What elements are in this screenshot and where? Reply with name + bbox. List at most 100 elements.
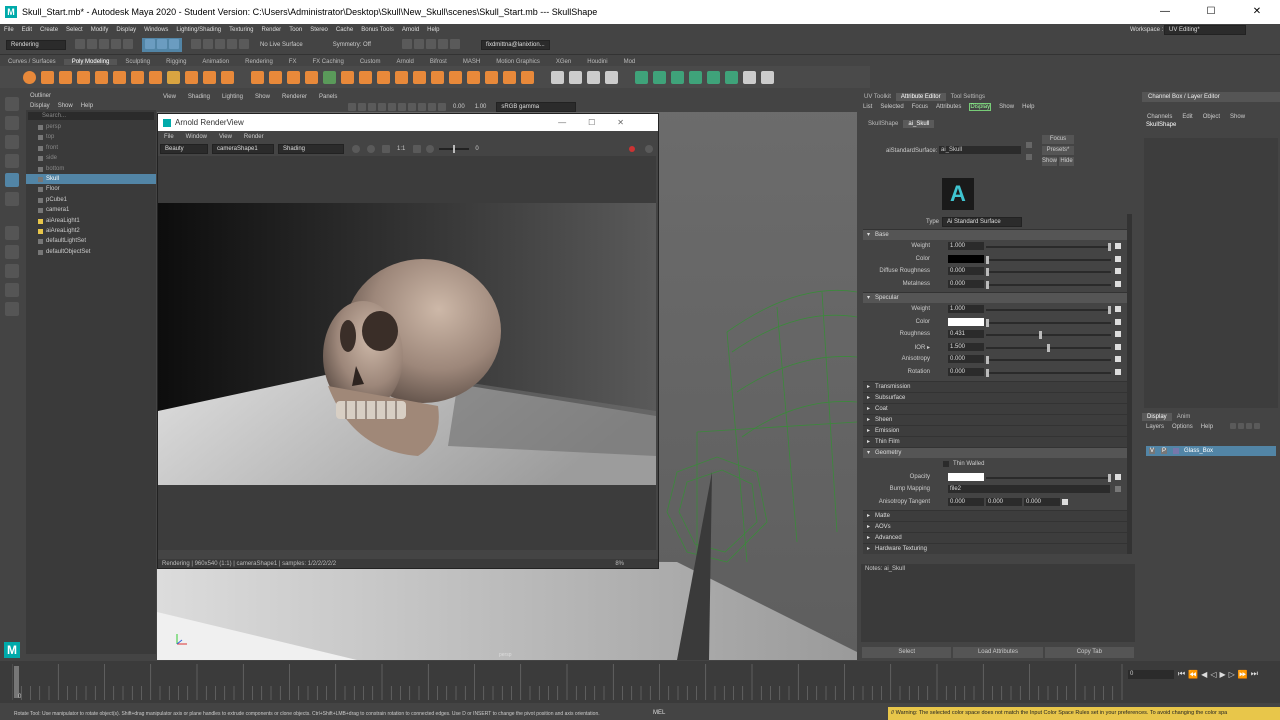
menu-windows[interactable]: Windows: [144, 27, 168, 33]
section-emission[interactable]: Emission: [863, 425, 1127, 436]
focus-button[interactable]: Focus: [1042, 135, 1074, 144]
shadows-icon[interactable]: [428, 102, 436, 111]
step-back-key-icon[interactable]: ⏪: [1188, 670, 1201, 679]
live-surface-label[interactable]: No Live Surface: [260, 42, 303, 48]
base-attr-map-button[interactable]: [1115, 255, 1121, 262]
step-forward-frame-icon[interactable]: ▷: [1229, 670, 1238, 679]
snap-curve-icon[interactable]: [203, 38, 213, 49]
outliner-item[interactable]: aiAreaLight1: [26, 216, 156, 226]
shelf-tab-bifrost[interactable]: Bifrost: [422, 59, 455, 65]
super-shape-icon[interactable]: [166, 70, 180, 84]
shelf-tab-xgen[interactable]: XGen: [548, 59, 579, 65]
shelf-tab-fx[interactable]: FX: [281, 59, 305, 65]
node-tab-ai-skull[interactable]: ai_Skull: [903, 119, 935, 128]
extrude-icon[interactable]: [376, 70, 390, 84]
shelf-tab-arnold[interactable]: Arnold: [389, 59, 422, 65]
copy-tab-button[interactable]: Copy Tab: [1044, 647, 1134, 658]
section-coat[interactable]: Coat: [863, 403, 1127, 414]
gamma-field[interactable]: 1.00: [475, 104, 487, 110]
go-to-output-icon[interactable]: [1026, 154, 1032, 160]
viewport-menu-show[interactable]: Show: [255, 94, 270, 100]
wireframe-icon[interactable]: [388, 102, 396, 111]
section-specular[interactable]: Specular: [863, 292, 1127, 303]
outliner-item[interactable]: defaultLightSet: [26, 236, 156, 246]
ae-menu-show[interactable]: Show: [999, 104, 1014, 110]
platonic-solid-icon[interactable]: [148, 70, 162, 84]
offset-edge-loop-icon[interactable]: [586, 70, 600, 84]
section-base[interactable]: Base: [863, 229, 1127, 240]
uv-sew-icon[interactable]: [760, 70, 774, 84]
bevel-icon[interactable]: [412, 70, 426, 84]
aniso-tangent-z[interactable]: 0.000: [1024, 497, 1060, 506]
menu-modify[interactable]: Modify: [91, 27, 109, 33]
layer-tab-display[interactable]: Display: [1142, 413, 1172, 421]
bridge-icon[interactable]: [394, 70, 408, 84]
tab-tool-settings[interactable]: Tool Settings: [946, 93, 990, 101]
rotate-tool-icon[interactable]: [5, 173, 19, 187]
poly-cone-icon[interactable]: [76, 70, 90, 84]
specular-attr-map-button[interactable]: [1115, 356, 1121, 362]
outliner-item[interactable]: top: [26, 132, 156, 142]
specular-attr-field[interactable]: 1.500: [948, 342, 984, 351]
specular-attr-field[interactable]: 1.000: [948, 305, 984, 313]
layer-menu-layers[interactable]: Layers: [1146, 424, 1164, 430]
insert-edge-loop-icon[interactable]: [568, 70, 582, 84]
aov-dropdown[interactable]: Beauty: [160, 144, 208, 154]
base-attr-slider[interactable]: [986, 243, 1111, 251]
show-manipulator-icon[interactable]: [5, 226, 19, 240]
snap-view-icon[interactable]: [227, 38, 237, 49]
menu-create[interactable]: Create: [40, 27, 58, 33]
uv-planar-icon[interactable]: [634, 70, 648, 84]
ae-menu-attributes[interactable]: Attributes: [936, 104, 961, 110]
ae-menu-selected[interactable]: Selected: [880, 104, 903, 110]
outliner-toggle-icon[interactable]: [5, 302, 19, 316]
open-scene-icon[interactable]: [87, 38, 97, 49]
move-tool-icon[interactable]: [5, 154, 19, 168]
close-button[interactable]: ✕: [1234, 0, 1280, 24]
smooth-shade-icon[interactable]: [398, 102, 406, 111]
outliner-item[interactable]: Skull: [26, 173, 156, 185]
base-attr-field[interactable]: 0.000: [948, 267, 984, 275]
render-view-menu-file[interactable]: File: [164, 134, 174, 140]
workspace-dropdown[interactable]: UV Editing*: [1164, 25, 1246, 35]
outliner-menu-help[interactable]: Help: [81, 103, 93, 109]
poly-plane-icon[interactable]: [112, 70, 126, 84]
layer-menu-help[interactable]: Help: [1201, 424, 1213, 430]
layer-move-up-icon[interactable]: [1230, 423, 1237, 429]
base-attr-slider[interactable]: [986, 268, 1111, 276]
specular-attr-map-button[interactable]: [1115, 368, 1121, 375]
shelf-tab-rigging[interactable]: Rigging: [158, 59, 194, 65]
layer-name[interactable]: Glass_Box: [1184, 448, 1213, 454]
outliner-item[interactable]: bottom: [26, 164, 156, 174]
remesh-icon[interactable]: [340, 70, 354, 84]
go-to-start-icon[interactable]: ⏮: [1178, 669, 1188, 679]
layer-move-down-icon[interactable]: [1238, 423, 1245, 429]
separate-icon[interactable]: [268, 70, 282, 84]
tab-uv-toolkit[interactable]: UV Toolkit: [859, 93, 896, 101]
section-geometry[interactable]: Geometry: [863, 447, 1127, 458]
ae-scrollbar[interactable]: [1127, 214, 1132, 554]
select-tool-icon[interactable]: [5, 97, 19, 111]
shelf-tab-motion-graphics[interactable]: Motion Graphics: [488, 59, 548, 65]
step-back-frame-icon[interactable]: ◀: [1201, 670, 1210, 679]
smooth-icon[interactable]: [286, 70, 300, 84]
isolate-select-icon[interactable]: [438, 102, 446, 111]
viewport-menu-panels[interactable]: Panels: [319, 94, 337, 100]
uv-automatic-icon[interactable]: [688, 70, 702, 84]
bump-mapping-field[interactable]: file2: [948, 485, 1110, 493]
ae-menu-help[interactable]: Help: [1022, 104, 1034, 110]
viewport-menu-view[interactable]: View: [163, 94, 176, 100]
image-plane-icon[interactable]: [368, 102, 376, 111]
base-attr-map-button[interactable]: [1115, 280, 1121, 287]
base-attr-map-button[interactable]: [1115, 268, 1121, 274]
crop-region-icon[interactable]: [382, 145, 390, 153]
shelf-tab-fx-caching[interactable]: FX Caching: [304, 59, 351, 65]
script-language-label[interactable]: MEL: [653, 710, 665, 716]
tab-attribute-editor[interactable]: Attribute Editor: [895, 93, 946, 101]
specular-attr-map-button[interactable]: [1115, 306, 1121, 312]
ipr-render-icon[interactable]: [413, 38, 424, 49]
render-settings-icon[interactable]: [425, 38, 436, 49]
specular-attr-slider[interactable]: [986, 331, 1111, 339]
layer-visibility-toggle[interactable]: V: [1149, 448, 1156, 454]
specular-attr-map-button[interactable]: [1115, 331, 1121, 337]
